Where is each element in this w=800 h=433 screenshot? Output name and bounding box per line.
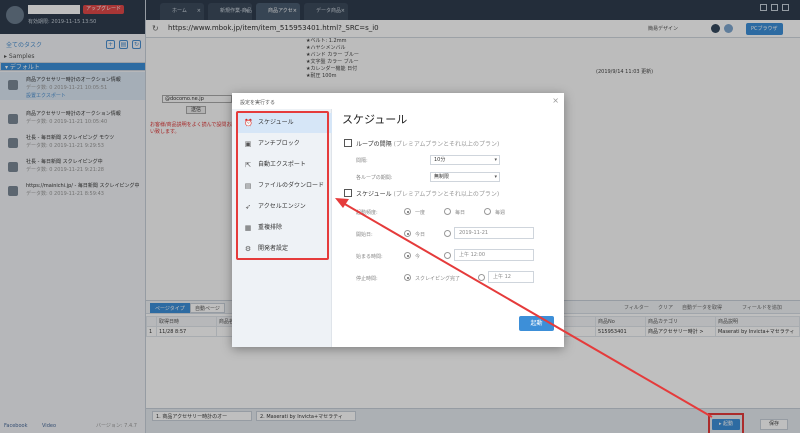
premium-note: (プレミアムプランとそれ以上のプラン) [393, 141, 500, 148]
start-time-label: 始まる時間: [356, 254, 383, 260]
frequency-label: 起動頻度: [356, 210, 378, 216]
radio-label: 毎日 [455, 210, 466, 216]
period-label: 各ループの期間: [356, 175, 393, 181]
schedule-label: スケジュール (プレミアムプランとそれ以上のプラン) [356, 189, 499, 198]
start-time-input[interactable]: 上午 12:00 [454, 249, 534, 261]
close-icon[interactable]: × [552, 96, 559, 105]
period-value: 無制限 [434, 174, 450, 180]
custom-stop-radio[interactable] [478, 274, 485, 281]
loop-interval-checkbox[interactable] [344, 139, 352, 147]
freq-daily-radio[interactable] [444, 208, 451, 215]
radio-label: 今 [415, 254, 421, 260]
start-date-label: 開始日: [356, 232, 373, 238]
loop-title: ループの間隔 [356, 141, 392, 148]
custom-time-radio[interactable] [444, 252, 451, 259]
period-select[interactable]: 無制限 ▾ [430, 172, 500, 182]
interval-label: 間隔: [356, 158, 368, 164]
radio-label: 毎週 [495, 210, 506, 216]
stop-on-complete-radio[interactable] [404, 274, 411, 281]
menu-highlight-box [236, 111, 329, 260]
dialog-title: 設定を実行する [240, 100, 276, 106]
stop-time-label: 停止時間: [356, 276, 378, 282]
section-title: スケジュール [342, 113, 408, 126]
freq-once-radio[interactable] [404, 208, 411, 215]
schedule-settings: スケジュール ループの間隔 (プレミアムプランとそれ以上のプラン) 間隔: 10… [342, 109, 562, 347]
start-date-input[interactable]: 2019-11-21 [454, 227, 534, 239]
loop-interval-label: ループの間隔 (プレミアムプランとそれ以上のプラン) [356, 139, 499, 148]
interval-value: 10分 [434, 157, 446, 163]
schedule-title: スケジュール [356, 191, 392, 198]
interval-select[interactable]: 10分 ▾ [430, 155, 500, 165]
freq-weekly-radio[interactable] [484, 208, 491, 215]
now-radio[interactable] [404, 252, 411, 259]
radio-label: スクレイピング完了 [415, 276, 461, 282]
schedule-checkbox[interactable] [344, 189, 352, 197]
stop-time-input[interactable]: 上午 12 [488, 271, 534, 283]
custom-date-radio[interactable] [444, 230, 451, 237]
start-button[interactable]: 起動 [519, 316, 554, 331]
chevron-down-icon: ▾ [494, 174, 497, 180]
radio-label: 今日 [415, 232, 426, 238]
today-radio[interactable] [404, 230, 411, 237]
radio-label: 一度 [415, 210, 426, 216]
chevron-down-icon: ▾ [494, 157, 497, 163]
premium-note: (プレミアムプランとそれ以上のプラン) [393, 191, 500, 198]
